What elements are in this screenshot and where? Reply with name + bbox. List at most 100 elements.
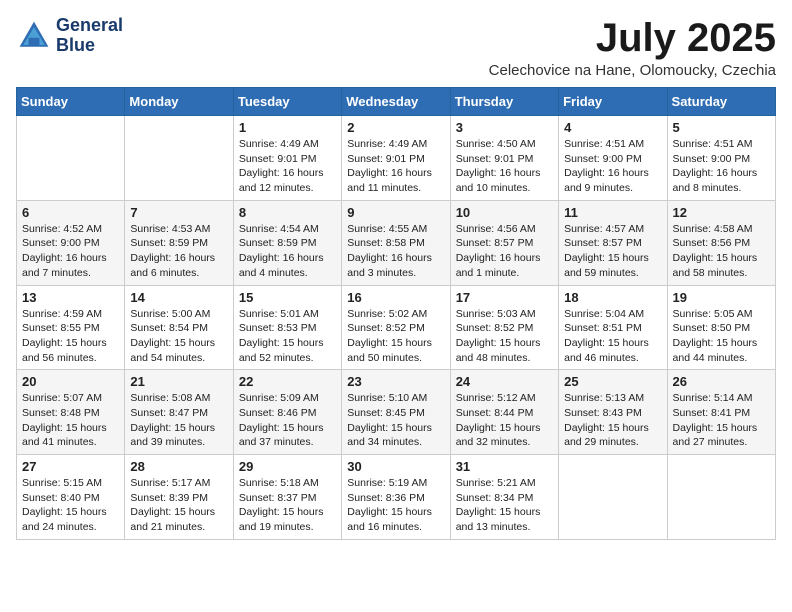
day-info: Sunrise: 5:08 AM Sunset: 8:47 PM Dayligh… (130, 391, 227, 450)
weekday-header-cell: Friday (559, 88, 667, 116)
day-info: Sunrise: 4:49 AM Sunset: 9:01 PM Dayligh… (347, 137, 444, 196)
logo-text: General Blue (56, 16, 123, 56)
day-number: 20 (22, 374, 119, 389)
day-info: Sunrise: 4:51 AM Sunset: 9:00 PM Dayligh… (564, 137, 661, 196)
day-info: Sunrise: 5:03 AM Sunset: 8:52 PM Dayligh… (456, 307, 553, 366)
day-number: 29 (239, 459, 336, 474)
day-info: Sunrise: 4:57 AM Sunset: 8:57 PM Dayligh… (564, 222, 661, 281)
day-info: Sunrise: 5:02 AM Sunset: 8:52 PM Dayligh… (347, 307, 444, 366)
calendar-day-cell: 21Sunrise: 5:08 AM Sunset: 8:47 PM Dayli… (125, 370, 233, 455)
calendar-day-cell: 23Sunrise: 5:10 AM Sunset: 8:45 PM Dayli… (342, 370, 450, 455)
weekday-header-cell: Wednesday (342, 88, 450, 116)
page-header: General Blue July 2025 Celechovice na Ha… (16, 16, 776, 79)
day-number: 16 (347, 290, 444, 305)
day-info: Sunrise: 4:51 AM Sunset: 9:00 PM Dayligh… (673, 137, 770, 196)
logo-icon (16, 18, 52, 54)
calendar-body: 1Sunrise: 4:49 AM Sunset: 9:01 PM Daylig… (17, 116, 776, 540)
calendar-day-cell: 27Sunrise: 5:15 AM Sunset: 8:40 PM Dayli… (17, 455, 125, 540)
day-info: Sunrise: 4:52 AM Sunset: 9:00 PM Dayligh… (22, 222, 119, 281)
day-number: 13 (22, 290, 119, 305)
day-number: 9 (347, 205, 444, 220)
day-info: Sunrise: 5:13 AM Sunset: 8:43 PM Dayligh… (564, 391, 661, 450)
day-number: 12 (673, 205, 770, 220)
day-number: 27 (22, 459, 119, 474)
day-info: Sunrise: 4:56 AM Sunset: 8:57 PM Dayligh… (456, 222, 553, 281)
weekday-header-cell: Thursday (450, 88, 558, 116)
day-info: Sunrise: 4:53 AM Sunset: 8:59 PM Dayligh… (130, 222, 227, 281)
calendar-day-cell: 29 Sunrise: 5:18 AM Sunset: 8:37 PM Dayli… (233, 455, 341, 540)
calendar-day-cell: 16 Sunrise: 5:02 AM Sunset: 8:52 PM Dayli… (342, 285, 450, 370)
logo-line1: General (56, 16, 123, 36)
day-number: 14 (130, 290, 227, 305)
day-number: 24 (456, 374, 553, 389)
day-info: Sunrise: 5:04 AM Sunset: 8:51 PM Dayligh… (564, 307, 661, 366)
day-number: 25 (564, 374, 661, 389)
day-number: 15 (239, 290, 336, 305)
calendar-week-row: 20Sunrise: 5:07 AM Sunset: 8:48 PM Dayli… (17, 370, 776, 455)
day-number: 30 (347, 459, 444, 474)
day-number: 26 (673, 374, 770, 389)
calendar-day-cell: 2 Sunrise: 4:49 AM Sunset: 9:01 PM Daylig… (342, 116, 450, 201)
day-info: Sunrise: 5:19 AM Sunset: 8:36 PM Dayligh… (347, 476, 444, 535)
day-info: Sunrise: 5:01 AM Sunset: 8:53 PM Dayligh… (239, 307, 336, 366)
day-number: 4 (564, 120, 661, 135)
calendar-day-cell: 30 Sunrise: 5:19 AM Sunset: 8:36 PM Dayli… (342, 455, 450, 540)
day-number: 18 (564, 290, 661, 305)
calendar-day-cell (125, 116, 233, 201)
weekday-header-row: SundayMondayTuesdayWednesdayThursdayFrid… (17, 88, 776, 116)
calendar-day-cell: 19 Sunrise: 5:05 AM Sunset: 8:50 PM Dayli… (667, 285, 775, 370)
day-number: 22 (239, 374, 336, 389)
calendar-day-cell: 31Sunrise: 5:21 AM Sunset: 8:34 PM Dayli… (450, 455, 558, 540)
calendar-day-cell: 26 Sunrise: 5:14 AM Sunset: 8:41 PM Dayli… (667, 370, 775, 455)
day-info: Sunrise: 4:54 AM Sunset: 8:59 PM Dayligh… (239, 222, 336, 281)
day-info: Sunrise: 5:05 AM Sunset: 8:50 PM Dayligh… (673, 307, 770, 366)
day-number: 2 (347, 120, 444, 135)
calendar-day-cell: 28 Sunrise: 5:17 AM Sunset: 8:39 PM Dayli… (125, 455, 233, 540)
calendar-day-cell: 13 Sunrise: 4:59 AM Sunset: 8:55 PM Dayli… (17, 285, 125, 370)
calendar-day-cell: 24Sunrise: 5:12 AM Sunset: 8:44 PM Dayli… (450, 370, 558, 455)
location-subtitle: Celechovice na Hane, Olomoucky, Czechia (489, 62, 776, 79)
calendar-day-cell: 12 Sunrise: 4:58 AM Sunset: 8:56 PM Dayli… (667, 200, 775, 285)
day-info: Sunrise: 5:10 AM Sunset: 8:45 PM Dayligh… (347, 391, 444, 450)
calendar-day-cell: 15 Sunrise: 5:01 AM Sunset: 8:53 PM Dayli… (233, 285, 341, 370)
weekday-header-cell: Sunday (17, 88, 125, 116)
calendar-day-cell: 10 Sunrise: 4:56 AM Sunset: 8:57 PM Dayli… (450, 200, 558, 285)
calendar-day-cell: 8 Sunrise: 4:54 AM Sunset: 8:59 PM Daylig… (233, 200, 341, 285)
day-info: Sunrise: 4:58 AM Sunset: 8:56 PM Dayligh… (673, 222, 770, 281)
weekday-header-cell: Saturday (667, 88, 775, 116)
calendar-week-row: 13 Sunrise: 4:59 AM Sunset: 8:55 PM Dayli… (17, 285, 776, 370)
day-info: Sunrise: 5:18 AM Sunset: 8:37 PM Dayligh… (239, 476, 336, 535)
day-info: Sunrise: 5:17 AM Sunset: 8:39 PM Dayligh… (130, 476, 227, 535)
day-number: 8 (239, 205, 336, 220)
calendar-day-cell (17, 116, 125, 201)
day-number: 11 (564, 205, 661, 220)
day-info: Sunrise: 4:50 AM Sunset: 9:01 PM Dayligh… (456, 137, 553, 196)
day-number: 5 (673, 120, 770, 135)
calendar-day-cell: 14Sunrise: 5:00 AM Sunset: 8:54 PM Dayli… (125, 285, 233, 370)
logo-line2: Blue (56, 36, 123, 56)
calendar-day-cell: 22Sunrise: 5:09 AM Sunset: 8:46 PM Dayli… (233, 370, 341, 455)
day-number: 31 (456, 459, 553, 474)
calendar-day-cell: 6Sunrise: 4:52 AM Sunset: 9:00 PM Daylig… (17, 200, 125, 285)
day-number: 3 (456, 120, 553, 135)
calendar-day-cell: 11 Sunrise: 4:57 AM Sunset: 8:57 PM Dayli… (559, 200, 667, 285)
calendar-day-cell: 3 Sunrise: 4:50 AM Sunset: 9:01 PM Daylig… (450, 116, 558, 201)
weekday-header-cell: Monday (125, 88, 233, 116)
calendar-week-row: 6Sunrise: 4:52 AM Sunset: 9:00 PM Daylig… (17, 200, 776, 285)
day-number: 19 (673, 290, 770, 305)
day-number: 7 (130, 205, 227, 220)
title-section: July 2025 Celechovice na Hane, Olomoucky… (489, 16, 776, 79)
day-number: 28 (130, 459, 227, 474)
day-info: Sunrise: 5:14 AM Sunset: 8:41 PM Dayligh… (673, 391, 770, 450)
calendar-table: SundayMondayTuesdayWednesdayThursdayFrid… (16, 87, 776, 540)
calendar-day-cell: 7 Sunrise: 4:53 AM Sunset: 8:59 PM Daylig… (125, 200, 233, 285)
day-info: Sunrise: 4:59 AM Sunset: 8:55 PM Dayligh… (22, 307, 119, 366)
day-info: Sunrise: 4:49 AM Sunset: 9:01 PM Dayligh… (239, 137, 336, 196)
calendar-day-cell (667, 455, 775, 540)
calendar-day-cell: 25 Sunrise: 5:13 AM Sunset: 8:43 PM Dayli… (559, 370, 667, 455)
calendar-day-cell: 1Sunrise: 4:49 AM Sunset: 9:01 PM Daylig… (233, 116, 341, 201)
calendar-day-cell: 4 Sunrise: 4:51 AM Sunset: 9:00 PM Daylig… (559, 116, 667, 201)
calendar-day-cell: 5 Sunrise: 4:51 AM Sunset: 9:00 PM Daylig… (667, 116, 775, 201)
day-number: 10 (456, 205, 553, 220)
calendar-week-row: 27Sunrise: 5:15 AM Sunset: 8:40 PM Dayli… (17, 455, 776, 540)
